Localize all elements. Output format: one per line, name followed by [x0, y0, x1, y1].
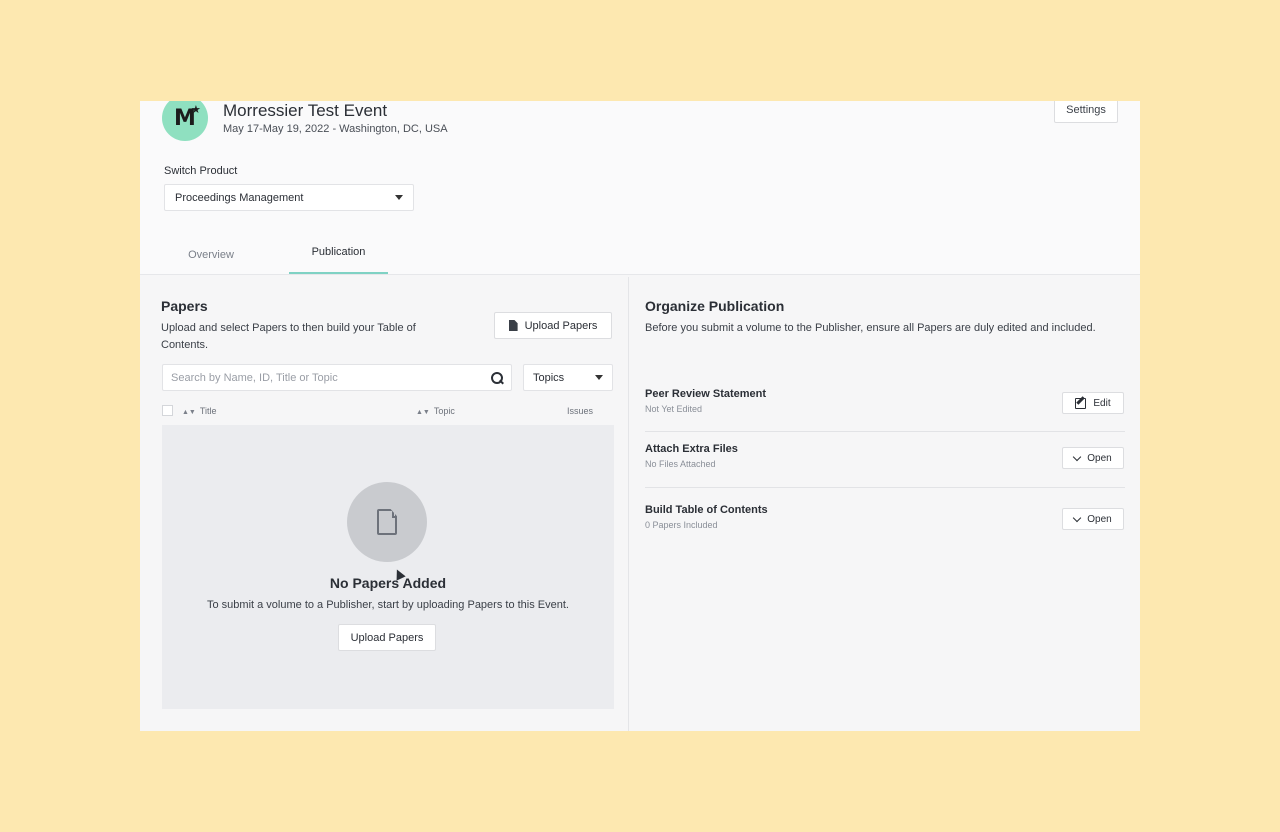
papers-table-header: ▲▼ Title ▲▼ Topic Issues [162, 401, 614, 423]
upload-papers-label: Upload Papers [524, 319, 598, 332]
organize-description: Before you submit a volume to the Publis… [645, 322, 1096, 334]
document-icon [377, 509, 397, 535]
open-toc-button[interactable]: Open [1062, 508, 1124, 530]
toc-item: Build Table of Contents 0 Papers Include… [645, 504, 1125, 530]
empty-upload-papers-button[interactable]: Upload Papers [338, 624, 436, 651]
organize-title: Organize Publication [645, 298, 785, 314]
caret-down-icon [395, 195, 403, 200]
sort-icon: ▲▼ [182, 409, 196, 416]
topics-label: Topics [533, 371, 565, 384]
open-label: Open [1087, 452, 1112, 464]
peer-review-status: Not Yet Edited [645, 404, 703, 414]
star-icon: ★ [191, 104, 201, 116]
extra-files-status: No Files Attached [645, 459, 716, 469]
chevron-down-icon [1073, 452, 1082, 461]
app-window: M ★ Morressier Test Event May 17-May 19,… [140, 101, 1140, 731]
document-icon [508, 320, 518, 331]
toc-name: Build Table of Contents [645, 504, 768, 516]
search-icon[interactable] [491, 371, 503, 384]
column-title-label: Title [199, 406, 217, 416]
topics-dropdown[interactable]: Topics [523, 364, 613, 391]
switch-product-select[interactable]: Proceedings Management [164, 184, 414, 211]
column-divider [628, 277, 629, 731]
empty-state-title: No Papers Added [329, 575, 447, 591]
open-extra-files-button[interactable]: Open [1062, 447, 1124, 469]
search-input[interactable]: Search by Name, ID, Title or Topic [162, 364, 512, 391]
upload-papers-button[interactable]: Upload Papers [494, 312, 612, 339]
event-logo: M ★ [162, 101, 208, 141]
column-title[interactable]: ▲▼ Title [182, 406, 217, 416]
papers-description: Upload and select Papers to then build y… [161, 322, 416, 351]
sort-icon: ▲▼ [416, 409, 430, 416]
switch-product-value: Proceedings Management [175, 191, 304, 204]
column-topic-label: Topic [433, 406, 455, 416]
switch-product-label: Switch Product [164, 165, 238, 177]
toc-status: 0 Papers Included [645, 520, 718, 530]
edit-icon [1075, 397, 1087, 409]
event-subtitle: May 17-May 19, 2022 - Washington, DC, US… [223, 123, 448, 135]
divider [645, 487, 1125, 488]
open-label: Open [1087, 513, 1112, 525]
papers-title: Papers [161, 298, 208, 314]
tab-overview[interactable]: Overview [170, 233, 252, 277]
edit-peer-review-button[interactable]: Edit [1062, 392, 1124, 414]
peer-review-name: Peer Review Statement [645, 388, 767, 400]
empty-state-illustration [347, 482, 427, 562]
extra-files-name: Attach Extra Files [645, 443, 738, 455]
column-issues: Issues [567, 406, 594, 416]
chevron-down-icon [1073, 513, 1082, 522]
caret-down-icon [595, 375, 603, 380]
empty-state-description: To submit a volume to a Publisher, start… [207, 599, 569, 611]
event-title: Morressier Test Event [223, 101, 388, 120]
extra-files-item: Attach Extra Files No Files Attached [645, 443, 1125, 469]
settings-button[interactable]: Settings [1054, 101, 1118, 123]
select-all-checkbox[interactable] [162, 405, 173, 416]
tab-publication[interactable]: Publication [289, 232, 388, 274]
search-placeholder: Search by Name, ID, Title or Topic [171, 371, 338, 384]
peer-review-item: Peer Review Statement Not Yet Edited [645, 388, 1125, 414]
divider [645, 431, 1125, 432]
empty-papers-panel: No Papers Added To submit a volume to a … [162, 425, 614, 709]
edit-label: Edit [1093, 397, 1111, 409]
column-topic[interactable]: ▲▼ Topic [416, 406, 455, 416]
